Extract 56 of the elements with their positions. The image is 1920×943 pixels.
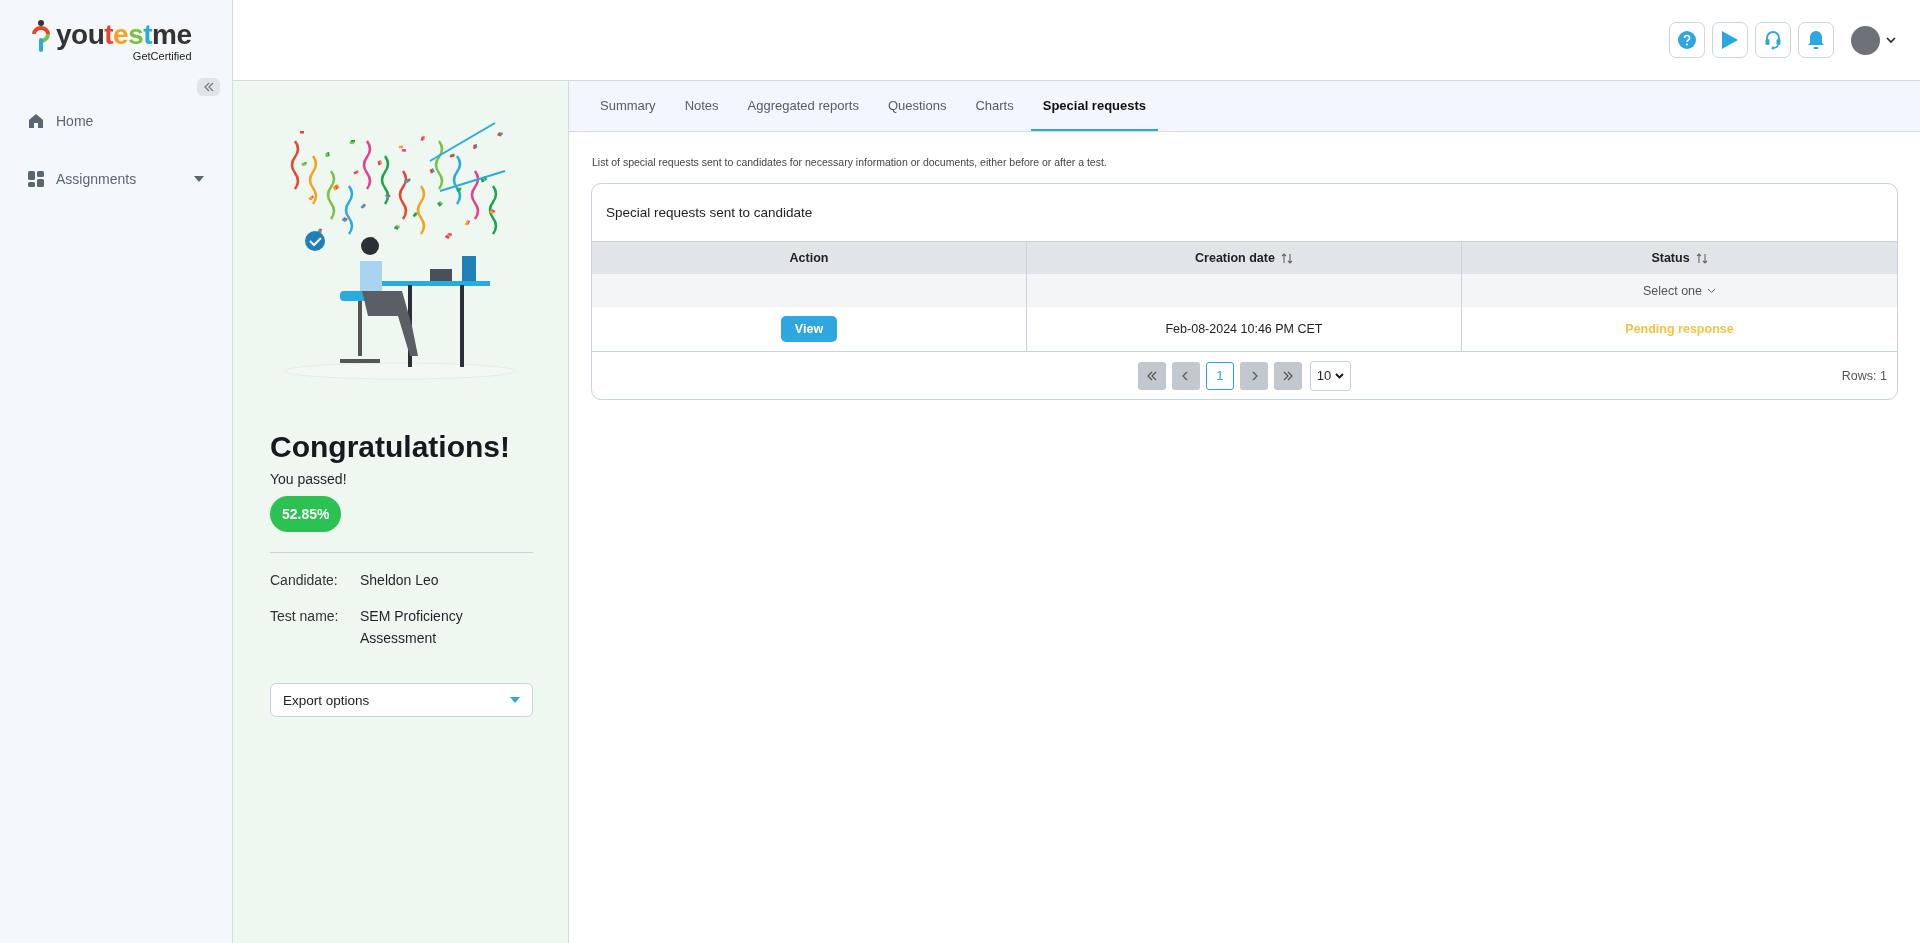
caret-icon — [510, 697, 520, 703]
account-menu-button[interactable] — [1851, 25, 1896, 55]
help-icon — [1678, 31, 1696, 49]
dashboard-icon — [28, 171, 44, 187]
logo-text: youtestme — [56, 20, 192, 50]
score-badge: 52.85% — [270, 496, 342, 532]
chevron-down-icon — [1335, 372, 1345, 379]
detail-label: Candidate: — [270, 571, 339, 590]
bell-icon — [1807, 30, 1825, 50]
home-icon — [28, 113, 44, 129]
play-button[interactable] — [1712, 22, 1748, 58]
tab[interactable]: Aggregated reports — [735, 81, 871, 131]
tab[interactable]: Questions — [875, 81, 959, 131]
status-text: Pending response — [1625, 322, 1734, 336]
first-page-icon — [1145, 370, 1158, 381]
logo-icon — [32, 20, 50, 52]
description-text: List of special requests sent to candidates for necessary information or documents, either before or after a test. — [592, 156, 1108, 168]
detail-value: SEM Proficiency Assessment — [360, 607, 464, 648]
last-page-button[interactable] — [1273, 361, 1302, 390]
next-page-button[interactable] — [1239, 361, 1268, 390]
export-options-dropdown[interactable]: Export options — [270, 683, 533, 717]
row-count: Rows: 1 — [1841, 368, 1887, 383]
tab[interactable]: Charts — [963, 81, 1026, 131]
detail-label: Test name: — [270, 607, 340, 626]
column-header[interactable]: Status — [1462, 241, 1897, 274]
column-header: Action — [592, 241, 1027, 274]
last-page-icon — [1281, 370, 1294, 381]
page-size-dropdown[interactable]: 10 — [1309, 360, 1352, 391]
sidebar-item[interactable]: Home — [0, 106, 232, 136]
logo-tagline: GetCertified — [132, 50, 192, 62]
sort-icon — [1280, 252, 1293, 264]
avatar-icon — [1851, 25, 1880, 55]
previous-page-button[interactable] — [1171, 361, 1200, 390]
tab[interactable]: Special requests — [1030, 81, 1159, 131]
detail-value: Sheldon Leo — [360, 571, 440, 590]
double-chevron-left-icon — [202, 82, 215, 92]
collapse-sidebar-button[interactable] — [197, 78, 220, 96]
support-button[interactable] — [1755, 22, 1791, 58]
headset-icon — [1764, 30, 1782, 50]
tab[interactable]: Notes — [672, 81, 731, 131]
tab[interactable]: Summary — [588, 81, 668, 131]
chevron-down-icon — [1707, 287, 1717, 294]
chevron-down-icon — [1886, 37, 1896, 43]
sort-icon — [1695, 252, 1708, 264]
column-header[interactable]: Creation date — [1027, 241, 1462, 274]
play-icon — [1721, 30, 1739, 50]
sidebar-item[interactable]: Assignments — [0, 164, 232, 194]
congratulations-heading: Congratulations! — [270, 429, 511, 465]
notifications-button[interactable] — [1798, 22, 1834, 58]
first-page-button[interactable] — [1137, 361, 1166, 390]
caret-icon — [194, 176, 204, 182]
result-message: You passed! — [270, 471, 348, 487]
card-title: Special requests sent to candidate — [605, 204, 814, 222]
status-filter-dropdown[interactable]: Select one — [1642, 283, 1717, 298]
help-button[interactable] — [1669, 22, 1705, 58]
table-cell: Feb-08-2024 10:46 PM CET — [1165, 322, 1323, 336]
